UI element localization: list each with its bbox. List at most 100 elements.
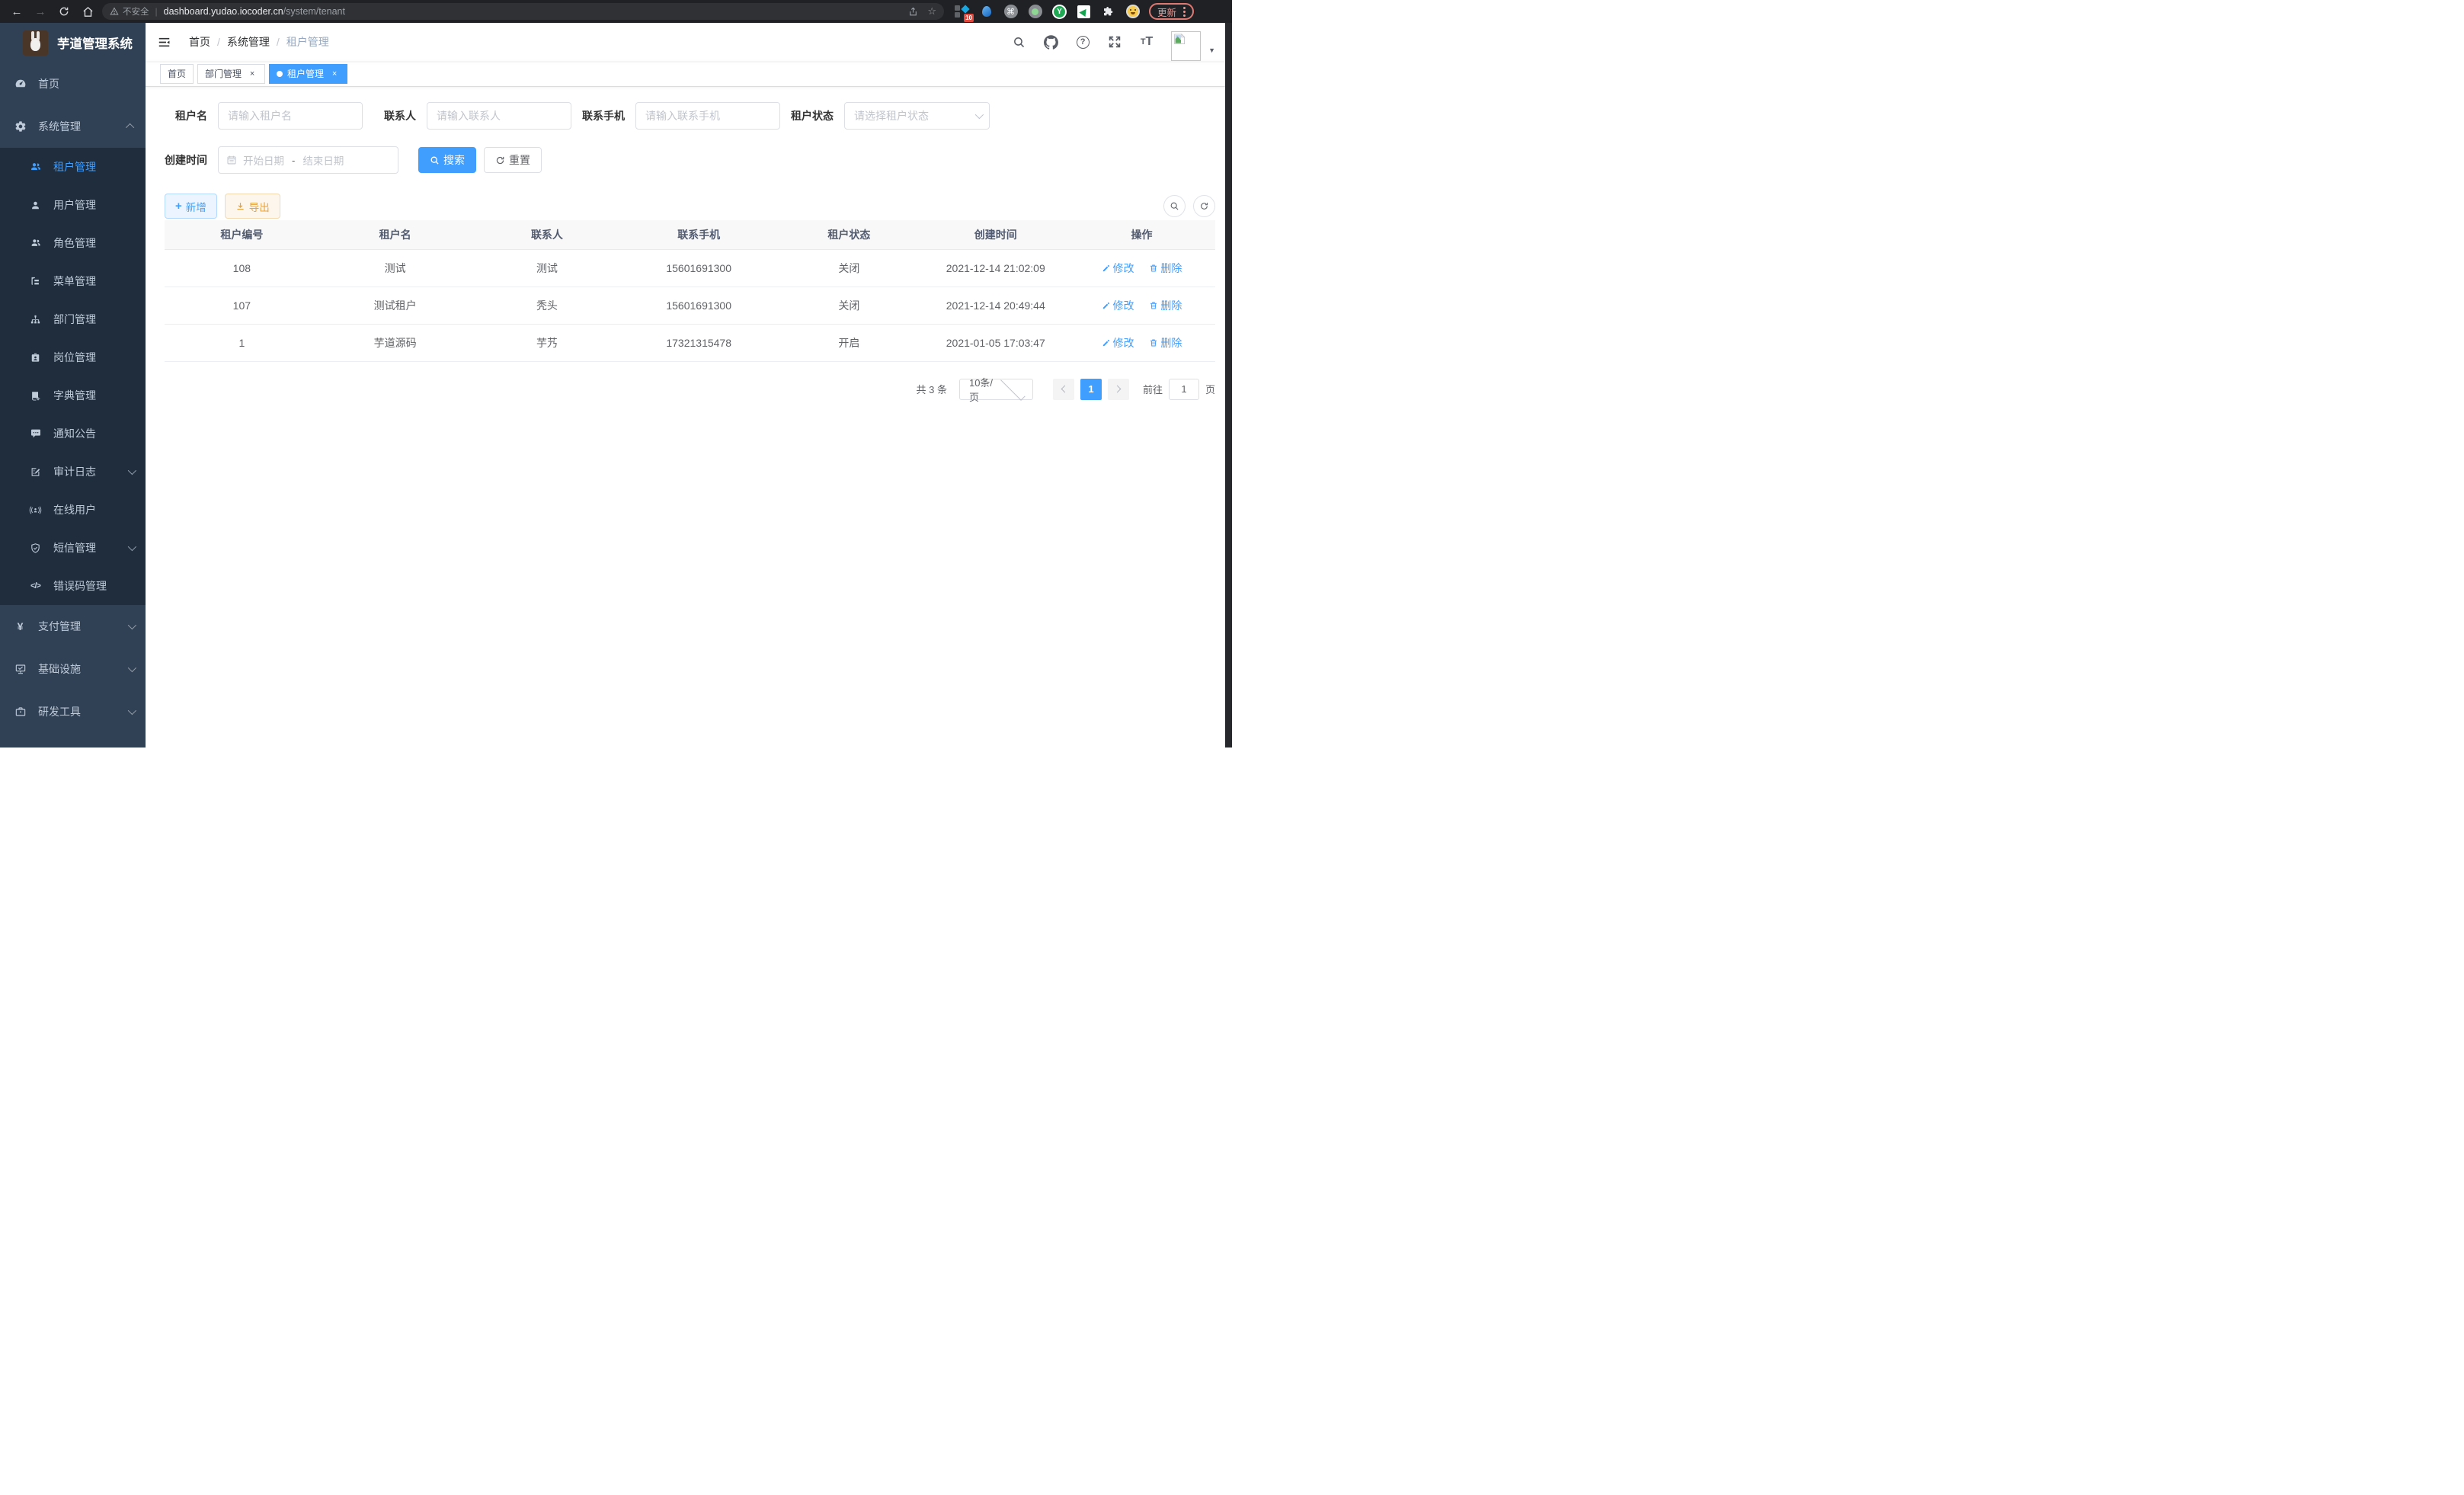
browser-back-button[interactable]: ← [8,2,26,21]
extension-recorder-icon[interactable] [1028,5,1042,19]
sidebar-item-label: 错误码管理 [53,578,107,594]
sidebar-item-audit-log[interactable]: 审计日志 [0,453,146,491]
col-tenant-name: 租户名 [319,220,472,249]
end-date-placeholder: 结束日期 [302,152,344,168]
current-page-button[interactable]: 1 [1080,379,1102,400]
goto-page-input[interactable] [1169,379,1199,400]
search-button[interactable]: 搜索 [418,147,476,173]
reset-button[interactable]: 重置 [484,147,542,173]
extension-command-icon[interactable]: ⌘ [1003,5,1018,19]
chevron-down-icon [128,466,136,475]
next-page-button[interactable] [1108,379,1129,400]
bookmark-star-icon[interactable]: ☆ [927,5,936,18]
gear-icon [14,120,27,133]
create-time-label: 创建时间 [165,152,207,168]
sidebar-item-dict[interactable]: 字典管理 [0,376,146,415]
contact-input[interactable] [427,102,571,130]
browser-update-button[interactable]: 更新 [1149,3,1194,20]
extension-tampermonkey-icon[interactable]: 10 [955,5,969,19]
user-menu-caret-icon[interactable]: ▼ [1208,46,1215,54]
address-bar[interactable]: 不安全 | dashboard.yudao.iocoder.cn/system/… [102,3,944,20]
sidebar-item-label: 角色管理 [53,235,96,251]
create-time-range-picker[interactable]: 开始日期 - 结束日期 [218,146,398,174]
browser-forward-button[interactable]: → [31,2,50,21]
delete-link[interactable]: 删除 [1149,335,1182,351]
browser-reload-button[interactable] [55,2,73,21]
tab-close-icon[interactable]: × [329,69,340,79]
sidebar-item-notice[interactable]: 通知公告 [0,415,146,453]
sidebar: 芋道管理系统 首页 系统管理 租户管理 用户管理 [0,23,146,748]
delete-link[interactable]: 删除 [1149,261,1182,276]
log-pen-icon [29,466,42,478]
delete-link[interactable]: 删除 [1149,298,1182,313]
edit-link[interactable]: 修改 [1102,261,1134,276]
export-button[interactable]: 导出 [225,194,280,219]
not-secure-warning-icon [110,7,119,16]
sidebar-logo[interactable]: 芋道管理系统 [0,23,146,62]
header-search-icon[interactable] [1011,34,1026,50]
profile-avatar-icon[interactable] [1125,5,1140,19]
sidebar-item-sms[interactable]: 短信管理 [0,529,146,567]
trash-icon [1149,338,1158,347]
tab-home[interactable]: 首页 [160,64,194,84]
edit-pencil-icon [1102,264,1111,273]
sidebar-item-label: 基础设施 [38,661,81,677]
sidebar-item-home[interactable]: 首页 [0,62,146,105]
sidebar-item-infra[interactable]: 基础设施 [0,648,146,690]
refresh-table-button[interactable] [1193,195,1215,217]
sidebar-item-label: 部门管理 [53,312,96,327]
sidebar-item-online-user[interactable]: 在线用户 [0,491,146,529]
start-date-placeholder: 开始日期 [243,152,284,168]
extension-grammar-icon[interactable] [1077,5,1091,19]
code-icon: </> [29,580,42,592]
yen-icon: ¥ [14,620,27,632]
font-size-icon[interactable]: TT [1139,34,1154,50]
github-icon[interactable] [1043,34,1058,50]
sidebar-item-errorcode[interactable]: </> 错误码管理 [0,567,146,605]
col-tenant-id: 租户编号 [165,220,319,249]
sidebar-item-system[interactable]: 系统管理 [0,105,146,148]
user-avatar[interactable] [1171,31,1201,61]
edit-pencil-icon [1102,338,1111,347]
sidebar-item-post[interactable]: 岗位管理 [0,338,146,376]
url-path: /system/tenant [283,6,345,17]
breadcrumb-system[interactable]: 系统管理 [227,34,270,50]
browser-menu-icon[interactable] [1183,7,1186,17]
sidebar-collapse-button[interactable] [146,23,183,61]
breadcrumb-home[interactable]: 首页 [189,34,210,50]
sidebar-item-role[interactable]: 角色管理 [0,224,146,262]
page-size-select[interactable]: 10条/页 [959,379,1033,400]
share-icon[interactable] [908,7,918,17]
search-icon [430,155,440,165]
edit-link[interactable]: 修改 [1102,335,1134,351]
mobile-input[interactable] [635,102,780,130]
extension-balloon-icon[interactable] [979,5,994,19]
fullscreen-icon[interactable] [1107,34,1122,50]
status-select[interactable]: 请选择租户状态 [844,102,990,130]
sidebar-item-user[interactable]: 用户管理 [0,186,146,224]
extensions-puzzle-icon[interactable] [1101,5,1115,19]
sidebar-item-pay[interactable]: ¥ 支付管理 [0,605,146,648]
sidebar-item-tenant[interactable]: 租户管理 [0,148,146,186]
briefcase-icon [14,706,27,718]
trash-icon [1149,301,1158,310]
browser-home-button[interactable] [78,2,97,21]
sidebar-item-menu[interactable]: 菜单管理 [0,262,146,300]
extension-y-icon[interactable]: Y [1052,5,1067,19]
prev-page-button[interactable] [1053,379,1074,400]
table-row: 107 测试租户 秃头 15601691300 关闭 2021-12-14 20… [165,287,1215,324]
sidebar-item-devtool[interactable]: 研发工具 [0,690,146,733]
tab-tenant[interactable]: 租户管理 × [269,64,347,84]
page-content: 租户名 联系人 联系手机 租户状态 请选择租户状态 [146,87,1232,748]
security-label[interactable]: 不安全 [123,5,149,18]
help-icon[interactable]: ? [1075,34,1090,50]
tenant-name-input[interactable] [218,102,363,130]
sidebar-item-dept[interactable]: 部门管理 [0,300,146,338]
add-button[interactable]: + 新增 [165,194,217,219]
tab-dept[interactable]: 部门管理 × [197,64,265,84]
edit-link[interactable]: 修改 [1102,298,1134,313]
window-edge [1225,23,1232,748]
show-search-toggle-button[interactable] [1163,195,1186,217]
tab-close-icon[interactable]: × [247,69,258,79]
chevron-down-icon [128,621,136,629]
